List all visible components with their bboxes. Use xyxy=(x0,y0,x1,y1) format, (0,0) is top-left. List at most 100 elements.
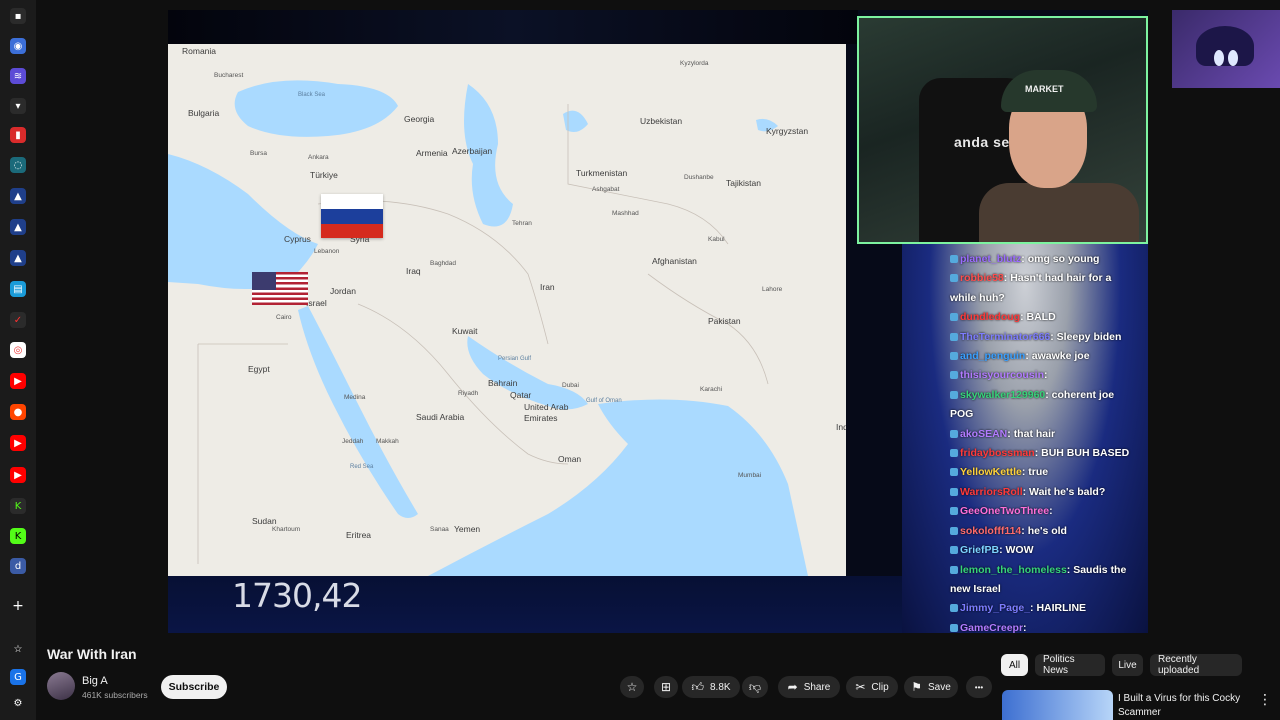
kick-icon[interactable]: K xyxy=(10,498,26,514)
chat-message: akoSEAN: that hair xyxy=(950,425,1140,444)
share-icon: ➦ xyxy=(787,680,798,694)
recommended-title[interactable]: I Built a Virus for this Cocky Scammer xyxy=(1118,692,1258,720)
tab-icon[interactable]: ✓ xyxy=(10,312,26,328)
map-label: Cairo xyxy=(276,314,292,321)
video-player[interactable]: Romania Bucharest Black Sea Georgia Bulg… xyxy=(168,10,1148,633)
map-label: Israel xyxy=(306,298,327,308)
channel-name[interactable]: Big A xyxy=(82,675,108,687)
map-label: Mashhad xyxy=(612,210,639,217)
map-label: Iran xyxy=(540,282,555,292)
tab-icon[interactable]: ▲ xyxy=(10,188,26,204)
map-label: Ankara xyxy=(308,154,329,161)
channel-avatar[interactable] xyxy=(47,672,75,700)
chat-text: Sleepy biden xyxy=(1056,330,1122,343)
map-label: Cyprus xyxy=(284,234,311,244)
subscribe-button[interactable]: Subscribe xyxy=(161,675,227,699)
map-label: Oman xyxy=(558,454,582,464)
chat-username: sokolofff114 xyxy=(960,524,1022,537)
map-label: Turkmenistan xyxy=(576,168,628,178)
map-label: Georgia xyxy=(404,114,435,124)
chip-live[interactable]: Live xyxy=(1112,654,1143,676)
tab-icon[interactable]: ◉ xyxy=(10,38,26,54)
chat-username: thisisyourcousin xyxy=(960,369,1045,382)
map-label: Kuwait xyxy=(452,326,478,336)
chat-username: Jimmy_Page_ xyxy=(960,602,1031,615)
reddit-icon[interactable]: ● xyxy=(10,404,26,420)
save-button[interactable]: ⚑ Save xyxy=(904,676,958,698)
chat-badge-icon xyxy=(950,487,958,496)
map-label: Bulgaria xyxy=(188,108,220,118)
chat-message: YellowKettle: true xyxy=(950,463,1140,482)
more-vert-icon[interactable]: ⋮ xyxy=(1258,692,1272,708)
chat-badge-icon xyxy=(950,274,958,283)
scissors-icon: ✂ xyxy=(855,680,866,694)
chat-username: YellowKettle xyxy=(960,466,1022,479)
chat-username: GeeOneTwoThree xyxy=(960,505,1050,518)
map-label: Jordan xyxy=(330,286,356,296)
tab-icon[interactable]: ▲ xyxy=(10,250,26,266)
recommended-thumbnail[interactable] xyxy=(1002,690,1113,720)
chat-message: robbie58: Hasn't had hair for a while hu… xyxy=(950,272,1112,304)
grid-button[interactable]: ⊞ xyxy=(654,676,678,698)
chat-badge-icon xyxy=(950,526,958,535)
chip-politics-news[interactable]: Politics News xyxy=(1035,654,1105,676)
chat-text: BALD xyxy=(1026,311,1056,324)
settings-icon[interactable]: ⚙ xyxy=(10,695,26,711)
chat-badge-icon xyxy=(950,546,958,555)
clip-label: Clip xyxy=(871,681,889,693)
chrome-icon[interactable]: ◎ xyxy=(10,342,26,358)
chat-message: GriefPB: WOW xyxy=(950,541,1140,560)
tab-icon[interactable]: d xyxy=(10,558,26,574)
more-button[interactable]: ••• xyxy=(966,676,992,698)
map-label: Bursa xyxy=(250,150,267,157)
chip-all[interactable]: All xyxy=(1001,654,1028,676)
youtube-icon[interactable]: ▶ xyxy=(10,373,26,389)
dislike-button[interactable]: 👎︎ xyxy=(742,676,768,698)
youtube-icon[interactable]: ▶ xyxy=(10,435,26,451)
chat-text: true xyxy=(1028,466,1049,479)
chat-text: BUH BUH BASED xyxy=(1041,447,1130,460)
map-label: Saudi Arabia xyxy=(416,412,465,422)
clip-button[interactable]: ✂ Clip xyxy=(846,676,898,698)
chat-text: awawke joe xyxy=(1031,350,1090,363)
share-button[interactable]: ➦ Share xyxy=(778,676,840,698)
tab-icon[interactable]: ▲ xyxy=(10,219,26,235)
pin-icon[interactable]: ☆ xyxy=(10,641,26,657)
chat-username: WarriorsRoll xyxy=(960,485,1023,498)
map-label: Riyadh xyxy=(458,390,479,397)
star-button[interactable]: ☆ xyxy=(620,676,644,698)
chat-message: Jimmy_Page_: HAIRLINE xyxy=(950,599,1140,618)
chat-message: WarriorsRoll: Wait he's bald? xyxy=(950,483,1140,502)
kick-icon[interactable]: K xyxy=(10,528,26,544)
chip-recently-uploaded[interactable]: Recently uploaded xyxy=(1150,654,1242,676)
tab-icon[interactable]: ▤ xyxy=(10,281,26,297)
tab-icon[interactable]: ▮ xyxy=(10,127,26,143)
map-label: Bucharest xyxy=(214,72,244,79)
map-label: Jeddah xyxy=(342,438,364,445)
google-icon[interactable]: G xyxy=(10,669,26,685)
cap-text: MARKET xyxy=(1025,84,1064,94)
map-label: Medina xyxy=(344,394,366,401)
like-button[interactable]: 👍︎ 8.8K xyxy=(682,676,740,698)
tab-icon[interactable]: ≋ xyxy=(10,68,26,84)
russia-flag-icon xyxy=(321,194,383,238)
chat-badge-icon xyxy=(950,371,958,380)
plus-icon[interactable]: + xyxy=(10,598,26,614)
subscriber-count: 461K subscribers xyxy=(82,690,148,700)
chat-username: GameCreepr xyxy=(960,621,1024,633)
tab-icon[interactable]: ▪ xyxy=(10,8,26,24)
map-label: Red Sea xyxy=(350,464,374,470)
chat-message: planet_blutz: omg so young xyxy=(950,250,1140,269)
map-label: Gulf of Oman xyxy=(586,398,622,404)
tab-icon[interactable]: ▾ xyxy=(10,98,26,114)
tab-icon[interactable]: ◌ xyxy=(10,157,26,173)
chat-username: planet_blutz xyxy=(960,253,1022,265)
chat-username: skywalker129960 xyxy=(960,388,1046,401)
chat-message: GeeOneTwoThree: xyxy=(950,502,1140,521)
youtube-icon[interactable]: ▶ xyxy=(10,467,26,483)
chat-badge-icon xyxy=(950,390,958,399)
chat-badge-icon xyxy=(950,507,958,516)
map-label: Baghdad xyxy=(430,260,457,267)
map-label: United Arab Emirates xyxy=(524,402,569,423)
chat-username: TheTerminator666 xyxy=(960,330,1051,343)
